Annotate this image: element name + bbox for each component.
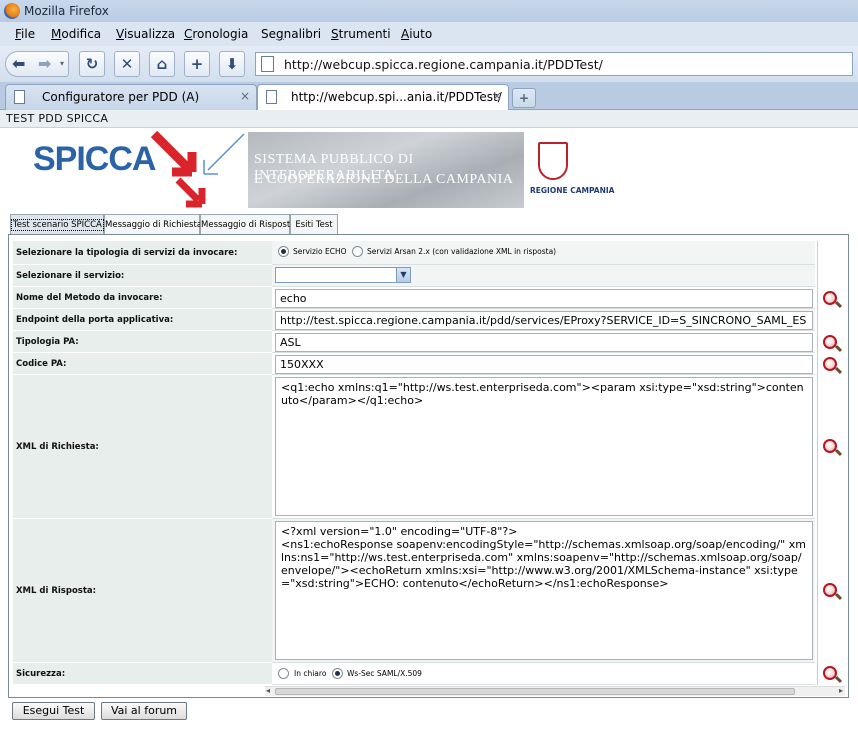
radio-servizio-echo[interactable] [278,246,289,257]
spicca-logo: SPICCA [33,140,156,178]
row-metodo: Nome del Metodo da invocare: echo [13,287,841,309]
banner-line2: E COOPERAZIONE DELLA CAMPANIA [254,172,514,187]
row-codice-pa: Codice PA: 150XXX [13,353,841,375]
row-tipologia: Selezionare la tipologia di servizi da i… [13,241,841,265]
menu-cronologia[interactable]: Cronologia [184,27,248,41]
page-tabs: Test scenario SPICCA Messaggio di Richie… [10,214,850,235]
tipologia-pa-input[interactable]: ASL [275,333,813,352]
page-content: TEST PDD SPICCA SPICCA SISTEMA PUBBLICO … [0,110,858,735]
forward-arrow-icon[interactable]: ➡ [38,52,51,76]
horizontal-scrollbar[interactable]: ◂ ▸ [265,686,845,696]
close-tab-icon[interactable]: × [240,89,250,103]
row-sicurezza: Sicurezza: In chiaro Ws-Sec SAML/X.509 [13,663,841,685]
tab-configuratore[interactable]: Configuratore per PDD (A) × [5,84,257,110]
tipologia-pa-label: Tipologia PA: [13,331,272,353]
sicurezza-label: Sicurezza: [13,663,272,685]
xml-risposta-label: XML di Risposta: [13,519,272,663]
radio-in-chiaro[interactable] [278,668,289,679]
reload-icon[interactable]: ↻ [79,51,105,77]
url-bar[interactable]: http://webcup.spicca.regione.campania.it… [255,52,853,76]
menu-aiuto[interactable]: Aiuto [401,27,432,41]
sistema-banner: SISTEMA PUBBLICO DI INTEROPERABILITA' E … [248,132,524,208]
page-header-title: TEST PDD SPICCA [6,112,109,125]
tab-messaggio-risposta[interactable]: Messaggio di Risposta [200,214,295,235]
row-xml-risposta: XML di Risposta: <?xml version="1.0" enc… [13,519,841,663]
form-panel: Selezionare la tipologia di servizi da i… [8,234,849,698]
back-arrow-icon[interactable]: ⬅ [12,52,25,76]
tab-test-scenario[interactable]: Test scenario SPICCA [10,214,104,235]
servizio-select[interactable]: ▼ [275,267,411,283]
stop-icon[interactable]: ✕ [114,51,140,77]
magnifier-icon[interactable] [823,666,837,680]
tab-bar: Configuratore per PDD (A) × http://webcu… [0,82,858,111]
scroll-left-icon[interactable]: ◂ [266,686,270,695]
in-chiaro-label: In chiaro [294,669,327,678]
tab-label: http://webcup.spi...ania.it/PDDTest/ [291,90,502,104]
row-tipologia-pa: Tipologia PA: ASL [13,331,841,353]
tab-esiti-test[interactable]: Esiti Test [290,214,338,235]
menu-strumenti[interactable]: Strumenti [331,27,391,41]
scrollbar-thumb[interactable] [275,688,795,695]
tab-label: Configuratore per PDD (A) [42,90,200,104]
endpoint-input[interactable]: http://test.spicca.regione.campania.it/p… [275,311,813,330]
firefox-icon [4,3,20,19]
close-tab-icon[interactable]: × [492,89,502,103]
tab-messaggio-richiesta[interactable]: Messaggio di Richiesta [104,214,202,235]
chevron-down-icon[interactable]: ▼ [396,268,410,282]
servizi-arsan-label: Servizi Arsan 2.x (con validazione XML i… [367,247,557,256]
tab-pddtest[interactable]: http://webcup.spi...ania.it/PDDTest/ × [257,84,509,111]
spicca-arrows-icon [150,130,245,208]
ws-sec-label: Ws-Sec SAML/X.509 [347,669,422,678]
menu-modifica[interactable]: Modifica [51,27,101,41]
window-titlebar: Mozilla Firefox [0,0,858,22]
esegui-test-button[interactable]: Esegui Test [12,702,95,720]
servizio-echo-label: Servizio ECHO [293,247,347,256]
row-xml-richiesta: XML di Richiesta: <q1:echo xmlns:q1="htt… [13,375,841,519]
magnifier-icon[interactable] [823,583,837,597]
history-dropdown-icon[interactable]: ▾ [60,52,64,76]
new-tab-icon[interactable]: + [512,88,536,108]
menu-visualizza[interactable]: Visualizza [116,27,175,41]
download-icon[interactable]: ⬇ [219,51,245,77]
row-servizio: Selezionare il servizio: ▼ [13,265,841,287]
xml-richiesta-textarea[interactable]: <q1:echo xmlns:q1="http://ws.test.enterp… [275,377,813,516]
magnifier-icon[interactable] [823,439,837,453]
page-header: TEST PDD SPICCA [0,110,858,128]
back-forward-group: ⬅ ➡ ▾ [5,51,69,77]
navigation-toolbar: ⬅ ➡ ▾ ↻ ✕ ⌂ + ⬇ http://webcup.spicca.reg… [0,46,858,82]
scroll-right-icon[interactable]: ▸ [839,686,843,695]
metodo-input[interactable]: echo [275,289,813,308]
home-icon[interactable]: ⌂ [149,51,175,77]
magnifier-icon[interactable] [823,335,837,349]
regione-label: REGIONE CAMPANIA [530,186,615,195]
banner: SPICCA SISTEMA PUBBLICO DI INTEROPERABIL… [8,130,848,212]
metodo-label: Nome del Metodo da invocare: [13,287,272,309]
magnifier-icon[interactable] [823,357,837,371]
xml-risposta-textarea[interactable]: <?xml version="1.0" encoding="UTF-8"?> <… [275,521,813,660]
codice-pa-input[interactable]: 150XXX [275,355,813,374]
radio-servizi-arsan[interactable] [352,246,363,257]
window-title: Mozilla Firefox [24,4,109,18]
vai-al-forum-button[interactable]: Vai al forum [101,702,187,720]
magnifier-icon[interactable] [823,291,837,305]
menu-segnalibri[interactable]: Segnalibri [261,27,321,41]
page-icon [14,90,25,104]
page-icon [266,90,277,104]
menu-bar: File Modifica Visualizza Cronologia Segn… [0,22,858,46]
page-icon [261,56,274,72]
servizio-label: Selezionare il servizio: [13,265,272,287]
row-endpoint: Endpoint della porta applicativa: http:/… [13,309,841,331]
radio-ws-sec[interactable] [332,668,343,679]
codice-pa-label: Codice PA: [13,353,272,375]
add-bookmark-icon[interactable]: + [184,51,210,77]
tipologia-label: Selezionare la tipologia di servizi da i… [13,241,272,265]
regione-campania-logo: REGIONE CAMPANIA [528,138,618,208]
menu-file[interactable]: File [15,27,35,41]
xml-richiesta-label: XML di Richiesta: [13,375,272,519]
url-text: http://webcup.spicca.regione.campania.it… [284,57,603,72]
endpoint-label: Endpoint della porta applicativa: [13,309,272,331]
regione-shield-icon [538,142,568,180]
